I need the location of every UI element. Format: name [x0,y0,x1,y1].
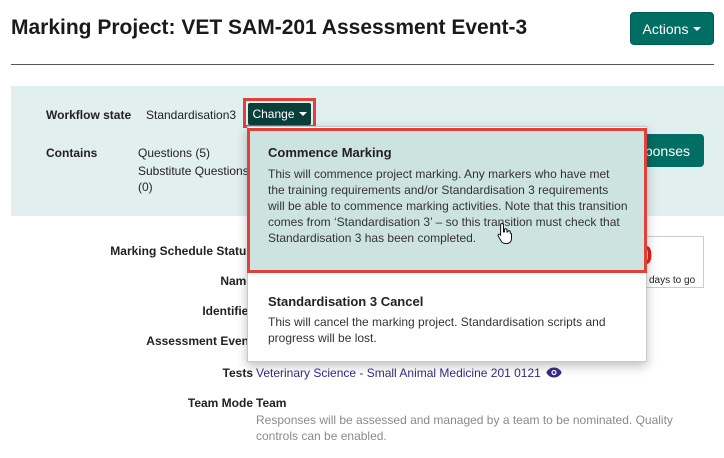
header-divider [11,64,714,65]
tests-label: Tests [222,366,253,380]
option-title: Commence Marking [268,145,392,160]
page-title: Marking Project: VET SAM-201 Assessment … [11,16,528,39]
caret-down-icon [693,26,702,31]
change-label: Change [252,107,295,121]
contains-label: Contains [46,146,98,160]
days-to-go-text: days to go [649,275,696,286]
team-mode-description: Responses will be assessed and managed b… [256,413,673,443]
caret-down-icon [298,112,307,116]
tests-link[interactable]: Veterinary Science - Small Animal Medici… [256,366,541,380]
change-button[interactable]: Change [248,103,311,125]
contains-questions: Questions (5) [138,146,211,160]
actions-button[interactable]: Actions [630,12,714,45]
option-title: Standardisation 3 Cancel [268,294,424,309]
contains-substitute-count: (0) [138,180,153,194]
workflow-state-label: Workflow state [46,108,132,122]
option-description: This will cancel the marking project. St… [268,315,606,345]
workflow-state-value: Standardisation3 [146,108,237,122]
eye-icon[interactable] [546,367,562,378]
identifier-label: Identifier [202,304,253,318]
team-mode-value: Team [256,396,287,410]
actions-label: Actions [642,20,689,37]
assessment-event-label: Assessment Event [146,334,253,348]
contains-substitute: Substitute Questions [138,164,249,178]
schedule-status-label: Marking Schedule Status [110,244,253,258]
hand-pointer-icon [497,222,512,244]
option-description: This will commence project marking. Any … [268,167,628,245]
responses-label: ponses [644,142,690,159]
team-mode-label: Team Mode [187,396,253,410]
